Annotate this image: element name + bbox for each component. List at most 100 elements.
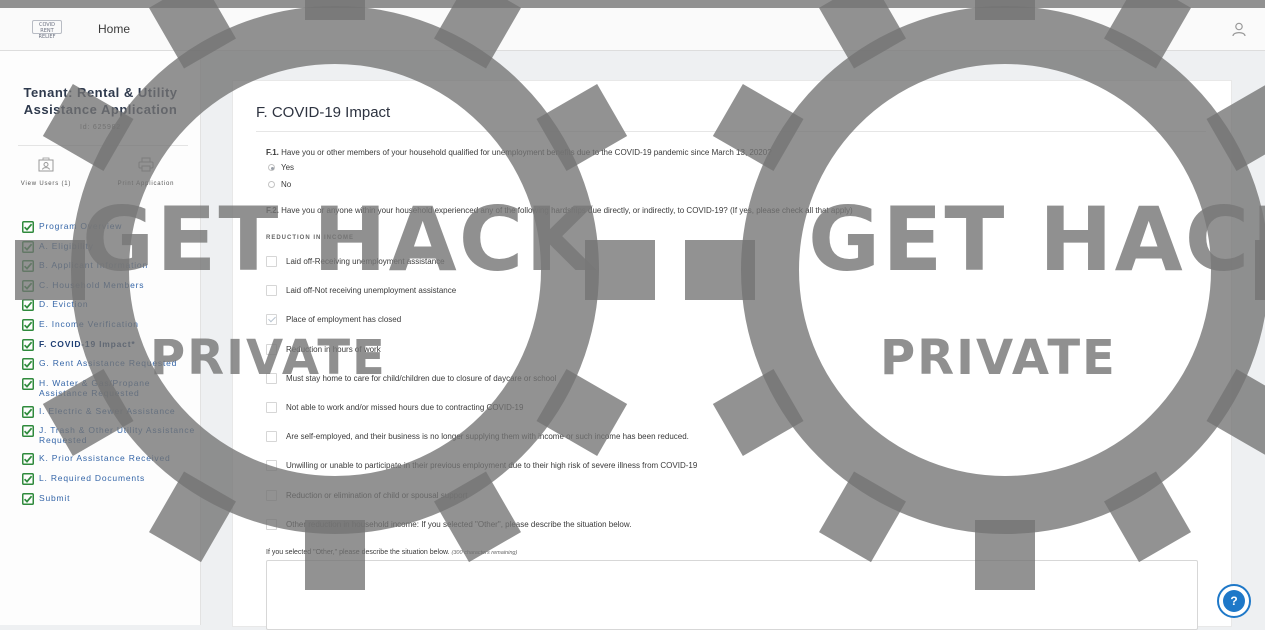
income-subheading: REDUCTION IN INCOME: [266, 235, 354, 241]
sidebar-item-label: C. Household Members: [39, 279, 145, 290]
hardship-checkbox[interactable]: [266, 402, 277, 413]
hardship-label: Reduction in hours of work: [286, 345, 381, 354]
sidebar-item[interactable]: H. Water & Gas/Propane Assistance Reques…: [22, 377, 200, 406]
hardship-option[interactable]: Laid off-Not receiving unemployment assi…: [266, 285, 456, 296]
section-title: F. COVID-19 Impact: [256, 104, 391, 121]
hardship-label: Reduction or elimination of child or spo…: [286, 491, 468, 500]
other-description-label: If you selected "Other," please describe…: [266, 549, 517, 556]
checkbox-checked-icon: [22, 377, 34, 390]
hardship-option[interactable]: Other reduction in household income: If …: [266, 519, 631, 530]
hardship-label: Laid off-Not receiving unemployment assi…: [286, 286, 457, 295]
section-divider: [256, 131, 1206, 132]
hardship-checkbox[interactable]: [266, 314, 277, 325]
sidebar-item-label: Program Overview: [39, 221, 123, 231]
application-id: Id: 625982: [79, 124, 122, 131]
sidebar-item[interactable]: A. Eligibility: [22, 240, 200, 261]
checkbox-checked-icon: [22, 279, 34, 292]
sidebar-item[interactable]: I. Electric & Sewer Assistance: [22, 405, 200, 426]
hardship-label: Not able to work and/or missed hours due…: [286, 403, 524, 412]
sidebar-item[interactable]: F. COVID-19 Impact*: [22, 338, 200, 359]
checkbox-checked-icon: [22, 240, 34, 253]
hardship-checkbox[interactable]: [266, 285, 277, 296]
hardship-option[interactable]: Reduction or elimination of child or spo…: [266, 490, 467, 501]
sidebar-item-label: Submit: [39, 492, 71, 503]
question-f2-text: Have you or anyone within your household…: [281, 206, 853, 215]
checkbox-checked-icon: [22, 260, 34, 273]
question-f1: F.1. Have you or other members of your h…: [266, 148, 772, 157]
radio-no-label: No: [281, 180, 292, 189]
sidebar-item[interactable]: Submit: [22, 492, 200, 513]
hardship-label: Laid off-Receiving unemployment assistan…: [286, 257, 445, 266]
checkbox-checked-icon: [22, 453, 34, 466]
checkbox-checked-icon: [22, 358, 34, 371]
form-card: [232, 80, 1232, 627]
sidebar-item[interactable]: C. Household Members: [22, 279, 200, 300]
sidebar-item[interactable]: D. Eviction: [22, 299, 200, 319]
question-f1-text: Have you or other members of your househ…: [281, 148, 772, 157]
sidebar-item-label: K. Prior Assistance Received: [39, 453, 171, 464]
checkbox-checked-icon: [22, 425, 34, 438]
sidebar-item-label: F. COVID-19 Impact*: [39, 338, 136, 349]
radio-no[interactable]: No: [268, 180, 291, 189]
print-application-button[interactable]: Print Application: [106, 157, 186, 187]
hardship-option[interactable]: Laid off-Receiving unemployment assistan…: [266, 256, 445, 267]
help-button[interactable]: ?: [1217, 584, 1251, 618]
checkbox-checked-icon: [22, 318, 34, 331]
hardship-label: Unwilling or unable to participate in th…: [286, 461, 698, 470]
question-f2: F.2. Have you or anyone within your hous…: [266, 206, 853, 215]
sidebar-item-label: A. Eligibility: [39, 240, 94, 251]
app-logo[interactable]: COVID RENT RELIEF: [32, 20, 62, 40]
print-application-label: Print Application: [117, 181, 175, 187]
sidebar-item-label: D. Eviction: [39, 299, 89, 310]
radio-yes[interactable]: Yes: [268, 163, 294, 172]
sidebar-item[interactable]: B. Applicant Information: [22, 260, 200, 280]
view-users-label: View Users (1): [20, 181, 72, 187]
hardship-option[interactable]: Place of employment has closed: [266, 314, 401, 325]
sidebar-item[interactable]: G. Rent Assistance Requested: [22, 358, 200, 378]
radio-yes-control[interactable]: [268, 164, 275, 171]
top-bar: COVID RENT RELIEF Home: [0, 0, 1265, 51]
sidebar-item[interactable]: J. Trash & Other Utility Assistance Requ…: [22, 425, 200, 453]
hardship-option[interactable]: Are self-employed, and their business is…: [266, 431, 689, 442]
hardship-option[interactable]: Must stay home to care for child/childre…: [266, 373, 556, 384]
hardship-checkbox[interactable]: [266, 256, 277, 267]
sidebar-item-label: I. Electric & Sewer Assistance: [39, 405, 176, 416]
characters-remaining: (300 characters remaining): [451, 550, 518, 556]
hardship-checkbox[interactable]: [266, 460, 277, 471]
sidebar-item-label: H. Water & Gas/Propane Assistance Reques…: [39, 377, 151, 398]
sidebar-item-label: J. Trash & Other Utility Assistance Requ…: [39, 425, 196, 446]
users-icon: [38, 157, 54, 172]
other-description-text: If you selected "Other," please describe…: [266, 549, 450, 556]
hardship-checkbox[interactable]: [266, 373, 277, 384]
hardship-checkbox[interactable]: [266, 519, 277, 530]
other-description-input[interactable]: [266, 560, 1198, 630]
checkbox-checked-icon: [22, 299, 34, 312]
sidebar-item[interactable]: Program Overview: [22, 221, 200, 241]
user-icon[interactable]: [1231, 21, 1247, 37]
checkbox-checked-icon: [22, 405, 34, 418]
question-f1-number: F.1.: [266, 148, 279, 157]
hardship-checkbox[interactable]: [266, 431, 277, 442]
application-title: Tenant: Rental & Utility Assistance Appl…: [23, 85, 178, 117]
hardship-option[interactable]: Unwilling or unable to participate in th…: [266, 460, 697, 471]
section-nav: Program Overview A. Eligibility B. Applica…: [22, 221, 200, 512]
sidebar-item-label: G. Rent Assistance Requested: [39, 358, 178, 369]
hardship-checkbox[interactable]: [266, 490, 277, 501]
sidebar-item[interactable]: E. Income Verification: [22, 318, 200, 339]
radio-no-control[interactable]: [268, 181, 275, 188]
sidebar-item[interactable]: L. Required Documents: [22, 472, 200, 493]
checkbox-checked-icon: [22, 472, 34, 485]
hardship-label: Place of employment has closed: [286, 315, 402, 324]
checkbox-checked-icon: [22, 221, 34, 233]
hardship-option[interactable]: Not able to work and/or missed hours due…: [266, 402, 523, 413]
sidebar-divider: [18, 145, 188, 146]
hardship-label: Are self-employed, and their business is…: [286, 432, 689, 441]
hardship-option[interactable]: Reduction in hours of work: [266, 344, 381, 355]
sidebar-item-label: B. Applicant Information: [39, 260, 148, 271]
sidebar-item[interactable]: K. Prior Assistance Received: [22, 453, 200, 473]
view-users-button[interactable]: View Users (1): [16, 157, 76, 187]
hardship-checkbox[interactable]: [266, 344, 277, 355]
home-link[interactable]: Home: [98, 22, 130, 36]
checkbox-checked-icon: [22, 338, 34, 351]
hardship-label: Other reduction in household income: If …: [286, 520, 632, 529]
